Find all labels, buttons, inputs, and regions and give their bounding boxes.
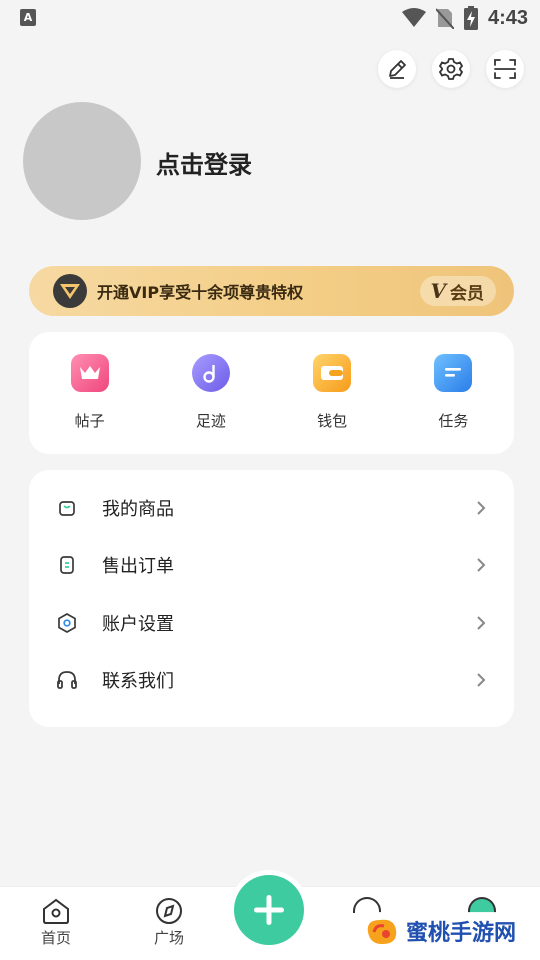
watermark-text: 蜜桃手游网: [406, 921, 517, 946]
grid-label: 帖子: [74, 412, 105, 430]
wifi-icon: [401, 8, 426, 27]
headset-icon: [56, 669, 78, 691]
watermark: 蜜桃手游网: [358, 912, 523, 950]
chevron-right-icon: [472, 556, 490, 574]
menu-item-account-settings[interactable]: 账户设置: [29, 594, 514, 652]
chevron-right-icon: [472, 614, 490, 632]
menu-label: 联系我们: [102, 671, 174, 693]
login-link[interactable]: 点击登录: [156, 145, 252, 180]
menu-label: 我的商品: [102, 498, 174, 520]
tab-label: 广场: [153, 929, 184, 947]
top-actions: [378, 50, 524, 88]
tab-home[interactable]: 首页: [26, 897, 86, 948]
music-note-icon: [191, 354, 230, 392]
status-icons: 4:43: [401, 6, 528, 30]
battery-charging-icon: [463, 6, 478, 30]
edit-icon: [389, 60, 406, 79]
vip-logo-icon: [53, 274, 87, 308]
settings-button[interactable]: [432, 50, 470, 88]
compass-icon: [156, 898, 182, 924]
tab-profile-icon[interactable]: [468, 897, 496, 913]
avatar[interactable]: [23, 102, 141, 220]
no-sim-icon: [435, 8, 454, 29]
chevron-right-icon: [472, 499, 490, 517]
chevron-right-icon: [472, 671, 490, 689]
grid-item-tasks[interactable]: 任务: [393, 332, 514, 454]
scan-icon: [494, 59, 516, 79]
home-icon: [43, 898, 69, 924]
grid-label: 任务: [438, 412, 469, 430]
menu-label: 账户设置: [102, 613, 174, 635]
tab-messages-icon[interactable]: [353, 897, 381, 913]
bag-icon: [56, 497, 78, 519]
status-time: 4:43: [487, 6, 528, 29]
crown-icon: [70, 354, 109, 392]
vip-banner[interactable]: 开通VIP享受十余项尊贵特权 V 会员: [29, 266, 514, 316]
grid-label: 足迹: [195, 412, 226, 430]
edit-button[interactable]: [378, 50, 416, 88]
vip-badge-v: V: [430, 279, 446, 303]
menu-item-sold-orders[interactable]: 售出订单: [29, 537, 514, 595]
peach-logo-icon: [367, 919, 397, 944]
wallet-icon: [313, 354, 352, 392]
vip-text: 开通VIP享受十余项尊贵特权: [97, 283, 304, 302]
menu-item-contact-us[interactable]: 联系我们: [29, 652, 514, 710]
vip-badge-label: 会员: [450, 283, 484, 304]
tab-square[interactable]: 广场: [139, 897, 199, 948]
scan-button[interactable]: [486, 50, 524, 88]
grid-item-footprint[interactable]: 足迹: [150, 332, 271, 454]
quick-grid: 帖子 足迹 钱包 任务: [29, 332, 514, 454]
tab-label: 首页: [40, 929, 71, 947]
menu-label: 售出订单: [102, 556, 174, 578]
grid-label: 钱包: [317, 412, 348, 430]
grid-item-posts[interactable]: 帖子: [29, 332, 150, 454]
menu-list: 我的商品 售出订单 账户设置 联系我们: [29, 470, 514, 727]
status-app-badge: A: [20, 9, 36, 26]
publish-button[interactable]: [234, 875, 304, 945]
order-icon: [56, 554, 78, 576]
settings-icon: [439, 58, 463, 80]
vip-badge: V 会员: [420, 276, 496, 306]
status-bar: A 4:43: [0, 0, 540, 36]
hexagon-settings-icon: [56, 612, 78, 634]
grid-item-wallet[interactable]: 钱包: [272, 332, 393, 454]
plus-icon: [254, 895, 284, 925]
task-icon: [434, 354, 473, 392]
menu-item-my-products[interactable]: 我的商品: [29, 479, 514, 537]
